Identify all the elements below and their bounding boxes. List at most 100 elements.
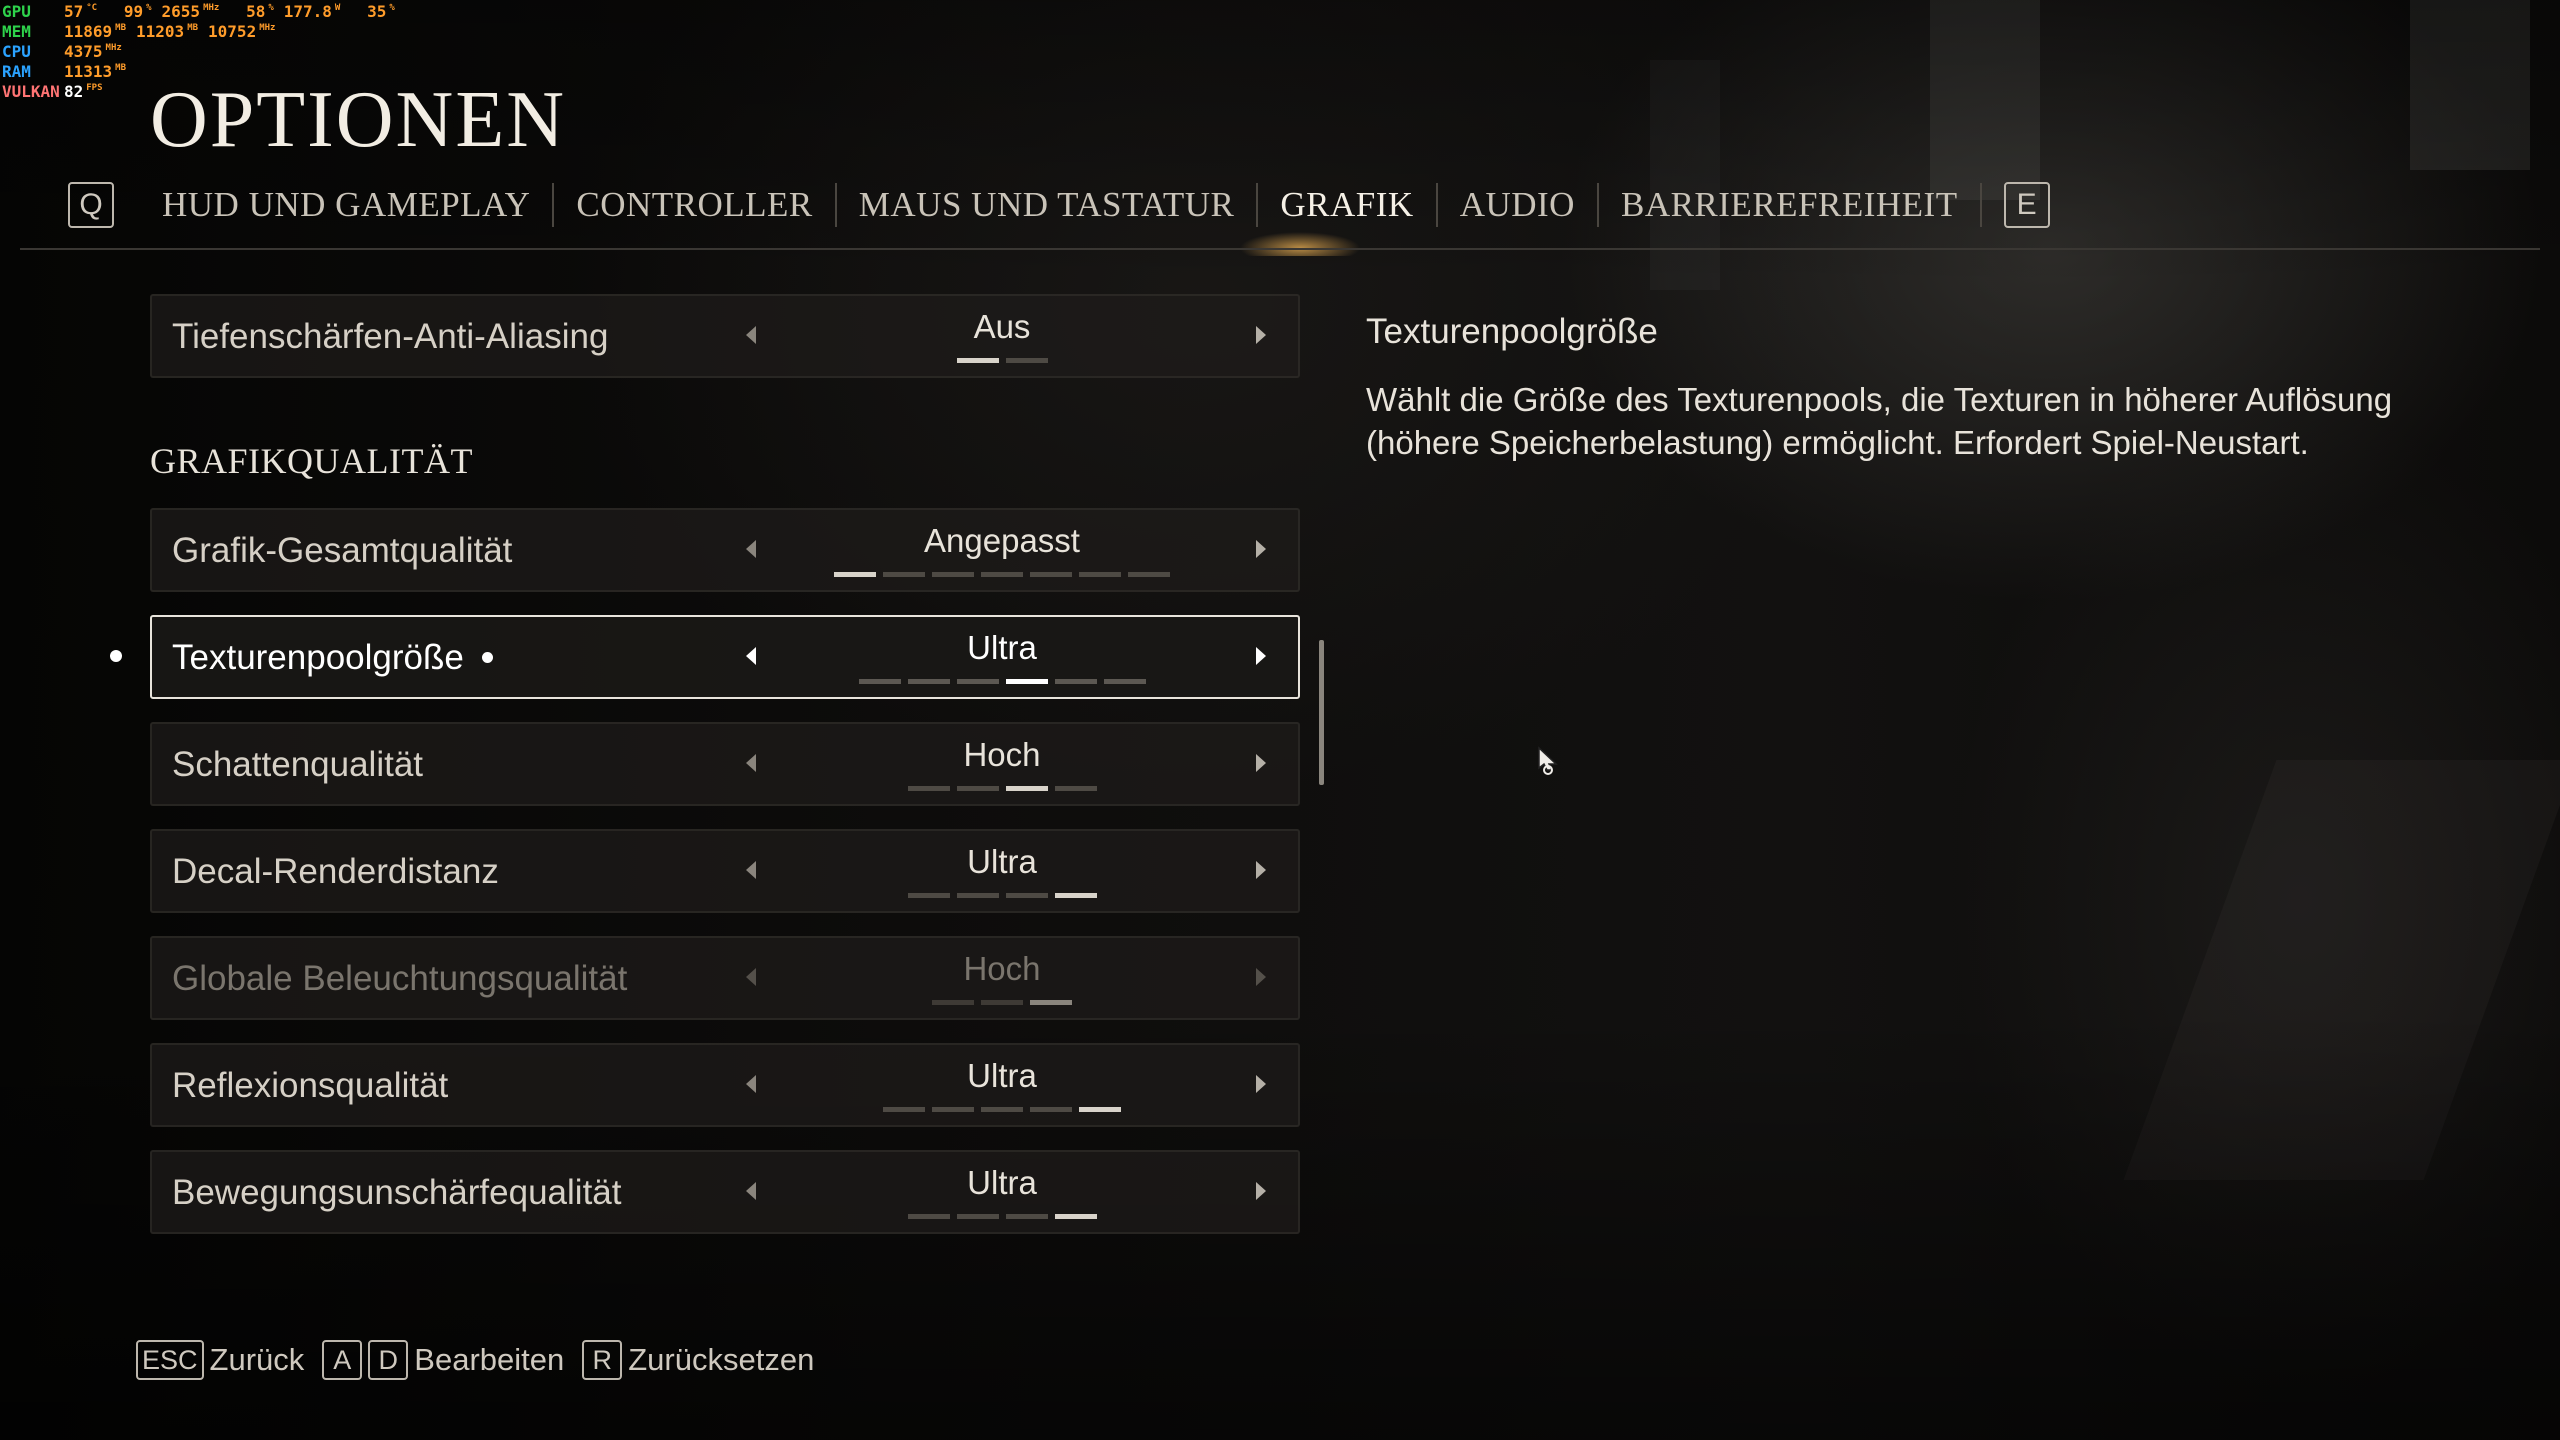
level-segment	[1030, 1107, 1072, 1112]
setting-label: Tiefenschärfen-Anti-Aliasing	[172, 317, 609, 356]
osd-value: 11203	[136, 22, 185, 41]
arrow-right-icon[interactable]	[1256, 647, 1266, 665]
tab-grafik[interactable]: GRAFIK	[1258, 182, 1435, 228]
arrow-left-icon[interactable]	[746, 647, 756, 665]
level-indicator	[757, 572, 1247, 577]
setting-label: Decal-Renderdistanz	[172, 852, 499, 891]
arrow-left-icon	[746, 968, 756, 986]
setting-row-schattenqualitaet[interactable]: Schattenqualität Hoch	[150, 722, 1300, 806]
footer-hint-label[interactable]: Zurück	[210, 1342, 305, 1378]
tab-maus-und-tastatur[interactable]: MAUS UND TASTATUR	[837, 182, 1257, 228]
level-segment	[1030, 1000, 1072, 1005]
prev-tab-key[interactable]: Q	[68, 182, 114, 228]
selected-row-indicator	[110, 650, 122, 662]
arrow-right-icon[interactable]	[1256, 540, 1266, 558]
arrow-left-icon[interactable]	[746, 1182, 756, 1200]
key-esc[interactable]: ESC	[136, 1340, 204, 1380]
osd-unit: %	[146, 3, 152, 13]
next-tab-key[interactable]: E	[2003, 182, 2050, 228]
level-segment	[907, 893, 950, 898]
osd-value: 35	[367, 2, 387, 21]
setting-row-reflexionsqualitaet[interactable]: Reflexionsqualität Ultra	[150, 1043, 1300, 1127]
level-segment	[1079, 572, 1121, 577]
level-segment	[981, 1107, 1023, 1112]
arrow-left-icon[interactable]	[746, 326, 756, 344]
level-indicator	[757, 1107, 1247, 1112]
setting-label: Bewegungsunschärfequalität	[172, 1173, 622, 1212]
tab-audio[interactable]: AUDIO	[1438, 182, 1597, 228]
setting-value: Hoch	[963, 736, 1041, 773]
key-d[interactable]: D	[368, 1340, 409, 1380]
level-segment	[1005, 679, 1048, 684]
arrow-left-icon[interactable]	[746, 861, 756, 879]
footer-hint-label[interactable]: Zurücksetzen	[628, 1342, 814, 1378]
level-segment	[1005, 893, 1048, 898]
osd-row-cpu: CPU 4375 MHz	[2, 42, 405, 62]
osd-row-mem: MEM 11869 MB 11203 MB 10752 MHz	[2, 22, 405, 42]
arrow-right-icon[interactable]	[1256, 754, 1266, 772]
osd-unit: FPS	[86, 83, 103, 93]
osd-value: 11313	[64, 62, 113, 81]
osd-unit: MB	[115, 63, 127, 73]
footer-hints: ESC Zurück A D Bearbeiten R Zurücksetzen	[136, 1340, 832, 1380]
setting-row-grafik-gesamtqualitaet[interactable]: Grafik-Gesamtqualität Angepasst	[150, 508, 1300, 592]
osd-value: 58	[246, 2, 266, 21]
osd-value: 11869	[64, 22, 113, 41]
setting-row-decal-renderdistanz[interactable]: Decal-Renderdistanz Ultra	[150, 829, 1300, 913]
level-segment	[1005, 1214, 1048, 1219]
osd-value: 4375	[64, 42, 103, 61]
level-indicator	[757, 1214, 1247, 1219]
level-segment	[1054, 679, 1097, 684]
setting-label: Reflexionsqualität	[172, 1066, 449, 1105]
osd-unit: MHz	[259, 23, 276, 33]
key-a[interactable]: A	[322, 1340, 363, 1380]
setting-row-texturenpoolgroesse[interactable]: Texturenpoolgröße Ultra	[150, 615, 1300, 699]
key-r[interactable]: R	[582, 1340, 623, 1380]
level-segment	[1054, 893, 1097, 898]
osd-value: 57	[64, 2, 84, 21]
arrow-right-icon[interactable]	[1256, 1075, 1266, 1093]
level-segment	[932, 1107, 974, 1112]
level-segment	[883, 1107, 925, 1112]
scrollbar[interactable]	[1319, 640, 1324, 785]
level-segment	[1054, 1214, 1097, 1219]
arrow-right-icon	[1256, 968, 1266, 986]
level-segment	[981, 572, 1023, 577]
osd-unit: MB	[187, 23, 199, 33]
level-indicator	[757, 358, 1247, 363]
osd-unit: %	[389, 3, 395, 13]
arrow-left-icon[interactable]	[746, 754, 756, 772]
tab-controller[interactable]: CONTROLLER	[554, 182, 834, 228]
level-segment	[1054, 786, 1097, 791]
level-indicator	[757, 786, 1247, 791]
osd-unit: °C	[86, 3, 98, 13]
setting-value: Aus	[973, 308, 1031, 345]
setting-label: Texturenpoolgröße	[172, 638, 464, 677]
level-segment	[1103, 679, 1146, 684]
level-segment	[858, 679, 901, 684]
level-segment	[981, 1000, 1023, 1005]
level-segment	[1128, 572, 1170, 577]
arrow-right-icon[interactable]	[1256, 861, 1266, 879]
arrow-right-icon[interactable]	[1256, 1182, 1266, 1200]
tab-barrierefreiheit[interactable]: BARRIEREFREIHEIT	[1599, 182, 1980, 228]
setting-row-tiefenschaerfen-anti-aliasing[interactable]: Tiefenschärfen-Anti-Aliasing Aus	[150, 294, 1300, 378]
osd-value: 177.8	[283, 2, 332, 21]
arrow-left-icon[interactable]	[746, 1075, 756, 1093]
level-segment	[834, 572, 876, 577]
osd-value: 82	[64, 82, 84, 101]
active-tab-glow	[1240, 226, 1360, 256]
osd-unit: W	[334, 3, 341, 13]
description-title: Texturenpoolgröße	[1366, 312, 1658, 351]
setting-value: Ultra	[967, 1057, 1037, 1094]
setting-label: Schattenqualität	[172, 745, 424, 784]
setting-row-bewegungsunschaerfequalitaet[interactable]: Bewegungsunschärfequalität Ultra	[150, 1150, 1300, 1234]
osd-label: CPU	[2, 42, 31, 61]
description-text: Wählt die Größe des Texturenpools, die T…	[1366, 381, 2393, 461]
osd-label: MEM	[2, 22, 31, 41]
tab-separator	[1979, 183, 1982, 227]
arrow-right-icon[interactable]	[1256, 326, 1266, 344]
tab-hud-und-gameplay[interactable]: HUD UND GAMEPLAY	[140, 182, 552, 228]
footer-hint-label[interactable]: Bearbeiten	[414, 1342, 564, 1378]
arrow-left-icon[interactable]	[746, 540, 756, 558]
